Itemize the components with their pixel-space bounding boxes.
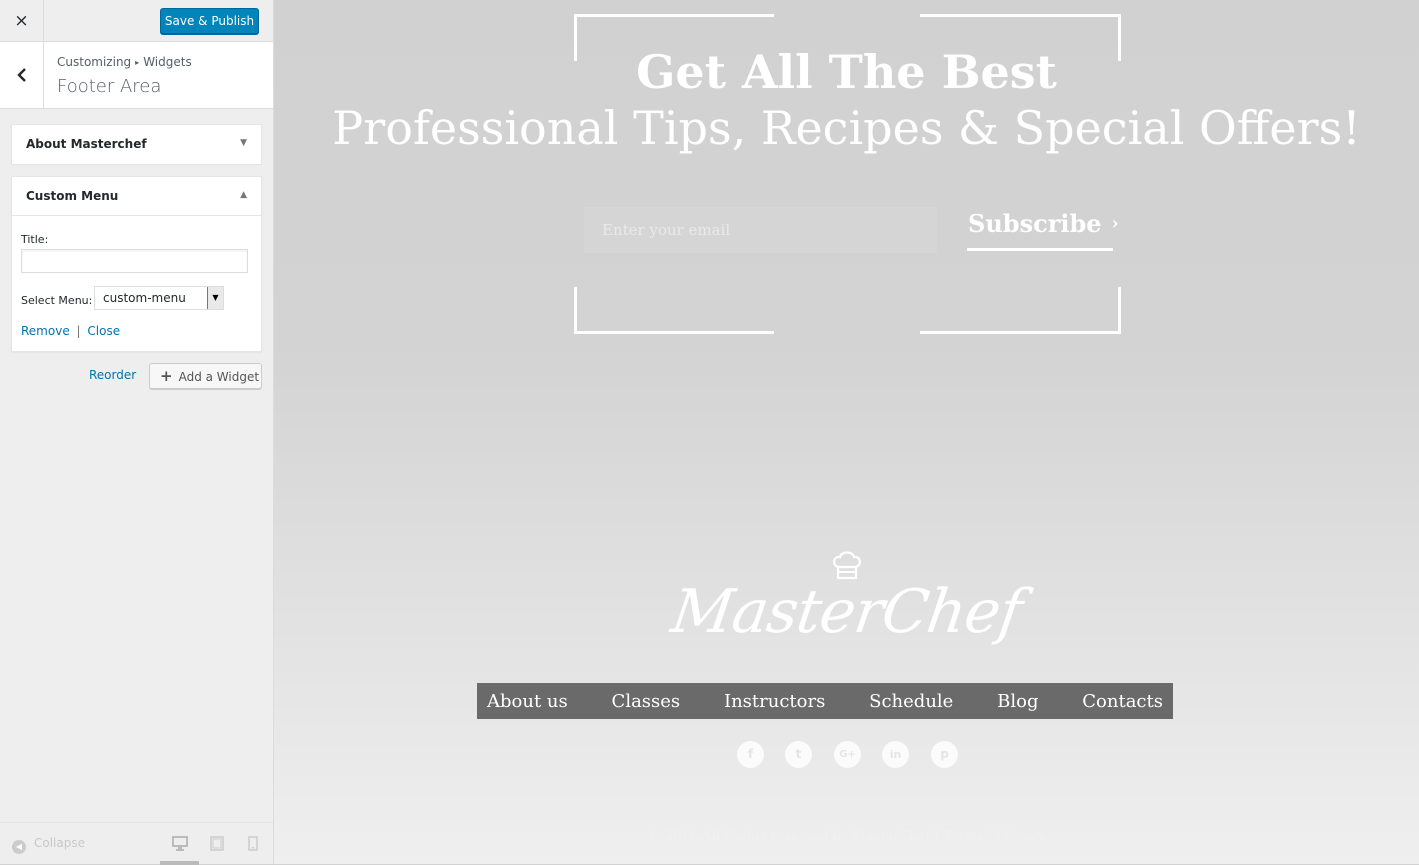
- frame-corner: [920, 287, 1121, 334]
- widget-title: Custom Menu: [26, 189, 119, 203]
- collapse-arrow-icon: ◀: [12, 840, 26, 854]
- widget-about-masterchef[interactable]: About Masterchef ▼: [11, 124, 262, 164]
- title-field-label: Title:: [21, 233, 49, 246]
- section-header: Customizing ▸ Widgets Footer Area: [0, 42, 273, 109]
- nav-item-about-us[interactable]: About us: [487, 691, 568, 712]
- close-icon[interactable]: ×: [0, 0, 44, 42]
- widget-custom-menu: Custom Menu ▲ Title: Select Menu: custom…: [11, 176, 262, 352]
- save-publish-button[interactable]: Save & Publish: [160, 8, 259, 34]
- chevron-down-icon[interactable]: ▼: [207, 287, 223, 309]
- back-icon[interactable]: [0, 42, 44, 108]
- collapse-label: Collapse: [34, 836, 85, 850]
- twitter-icon[interactable]: t: [785, 741, 812, 768]
- facebook-icon[interactable]: f: [737, 741, 764, 768]
- linkedin-icon[interactable]: in: [882, 741, 909, 768]
- google-plus-icon[interactable]: G+: [834, 741, 861, 768]
- customizer-footer: ◀ Collapse: [0, 822, 273, 865]
- breadcrumb-root: Customizing: [57, 55, 132, 69]
- nav-item-classes[interactable]: Classes: [612, 691, 681, 712]
- mobile-preview-icon[interactable]: [248, 836, 258, 855]
- add-widget-label: Add a Widget: [178, 370, 260, 384]
- add-widget-button[interactable]: + Add a Widget: [149, 363, 262, 389]
- subscribe-label: Subscribe: [968, 209, 1102, 238]
- select-menu-label: Select Menu:: [21, 294, 93, 307]
- pinterest-icon[interactable]: p: [931, 741, 958, 768]
- collapse-arrow-icon[interactable]: ▲: [240, 190, 247, 200]
- page-title: Footer Area: [57, 76, 162, 97]
- desktop-preview-icon[interactable]: [172, 836, 188, 855]
- email-input[interactable]: Enter your email: [584, 207, 937, 253]
- copyright-text: © 2016 All Rights reserved by MasterChef…: [647, 829, 1045, 844]
- widget-actions: Remove | Close: [21, 324, 120, 338]
- menu-select[interactable]: custom-menu ▼: [94, 286, 224, 310]
- nav-item-contacts[interactable]: Contacts: [1082, 691, 1163, 712]
- subscribe-button[interactable]: Subscribe ›: [967, 209, 1119, 251]
- widget-title: About Masterchef: [26, 137, 147, 151]
- nav-item-instructors[interactable]: Instructors: [724, 691, 825, 712]
- customizer-sidebar: × Save & Publish Customizing ▸ Widgets Foo…: [0, 0, 274, 865]
- breadcrumb-separator-icon: ▸: [135, 58, 140, 67]
- customizer-header: × Save & Publish: [0, 0, 273, 42]
- newsletter-subheadline: Professional Tips, Recipes & Special Off…: [332, 101, 1361, 155]
- breadcrumb-section: Widgets: [143, 55, 192, 69]
- menu-select-value: custom-menu: [103, 291, 186, 305]
- nav-item-schedule[interactable]: Schedule: [869, 691, 953, 712]
- widget-header[interactable]: Custom Menu ▲: [12, 177, 261, 216]
- chevron-right-icon: ›: [1111, 213, 1119, 234]
- remove-link[interactable]: Remove: [21, 324, 70, 338]
- reorder-link[interactable]: Reorder: [89, 368, 136, 382]
- widget-header[interactable]: About Masterchef ▼: [12, 125, 261, 164]
- breadcrumb: Customizing ▸ Widgets: [57, 55, 192, 69]
- nav-item-blog[interactable]: Blog: [997, 691, 1038, 712]
- frame-corner: [574, 287, 774, 334]
- newsletter-headline: Get All The Best: [636, 45, 1057, 99]
- action-separator: |: [76, 324, 81, 338]
- collapse-button[interactable]: ◀ Collapse: [12, 836, 85, 854]
- footer-nav: About us Classes Instructors Schedule Bl…: [477, 683, 1173, 719]
- active-device-indicator: [160, 861, 199, 865]
- close-link[interactable]: Close: [87, 324, 120, 338]
- tablet-preview-icon[interactable]: [210, 836, 224, 855]
- title-input[interactable]: [21, 249, 248, 273]
- plus-icon: +: [160, 367, 173, 385]
- site-preview: Get All The Best Professional Tips, Reci…: [274, 0, 1419, 864]
- expand-arrow-icon[interactable]: ▼: [240, 138, 247, 148]
- social-links: f t G+ in p: [737, 741, 959, 769]
- masterchef-logo[interactable]: MasterChef: [274, 577, 1419, 647]
